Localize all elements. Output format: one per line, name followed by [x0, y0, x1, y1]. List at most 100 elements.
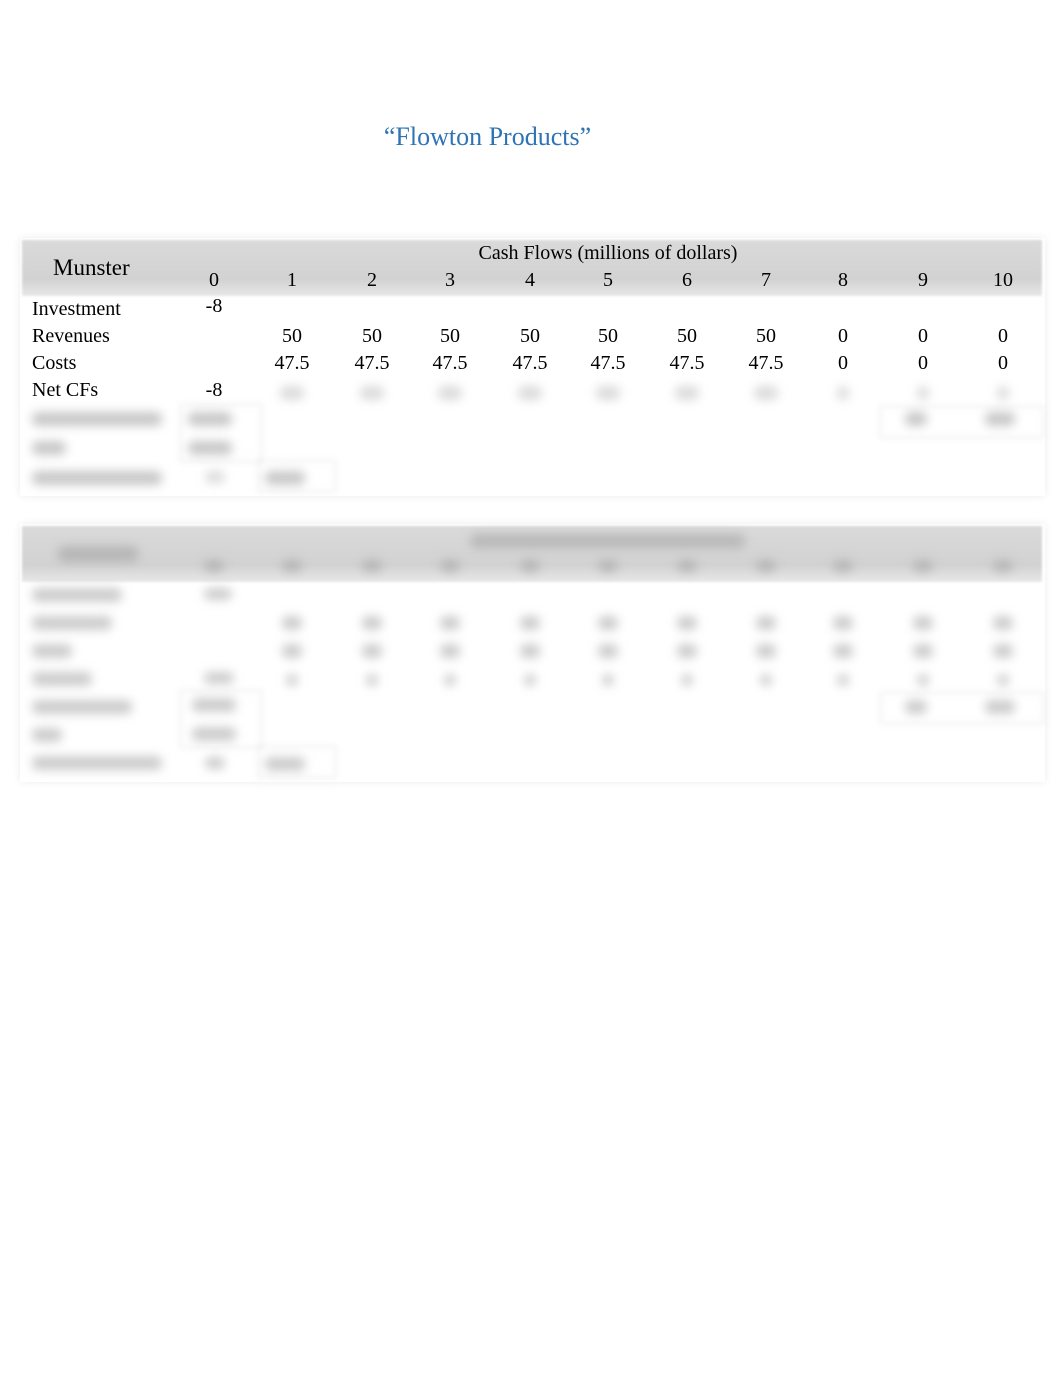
obscured-cell — [32, 756, 162, 770]
obscured-cell — [833, 616, 853, 630]
obscured-cell — [32, 644, 72, 658]
year-header: 1 — [287, 269, 297, 291]
obscured-cell — [520, 616, 540, 630]
table-cell: 47.5 — [748, 352, 784, 374]
obscured-cell — [204, 560, 224, 572]
obscured-cell — [997, 674, 1009, 686]
obscured-cell — [444, 674, 456, 686]
obscured-project-name — [58, 546, 138, 562]
table-cell: 47.5 — [512, 352, 548, 374]
obscured-payback-box — [258, 746, 336, 778]
obscured-cell — [32, 616, 112, 630]
obscured-cell — [286, 674, 298, 686]
table-cell: 0 — [838, 352, 848, 374]
table-cell: 50 — [677, 325, 697, 347]
year-header: 8 — [838, 269, 848, 291]
row-label: Costs — [32, 352, 77, 374]
obscured-cell — [440, 644, 460, 658]
obscured-cell — [833, 560, 853, 572]
obscured-cell — [756, 560, 776, 572]
project-name: Munster — [53, 255, 130, 280]
cash-flow-table-obscured — [20, 524, 1045, 782]
obscured-cell — [362, 644, 382, 658]
obscured-cell — [596, 386, 620, 400]
obscured-cell — [32, 672, 92, 686]
obscured-cell — [438, 386, 462, 400]
table-cell: 47.5 — [432, 352, 468, 374]
obscured-cell — [837, 386, 849, 400]
table-cell: 0 — [998, 352, 1008, 374]
year-header: 6 — [682, 269, 692, 291]
obscured-cell — [205, 757, 225, 769]
obscured-right-value-1 — [905, 412, 927, 426]
table-cell: 47.5 — [274, 352, 310, 374]
obscured-cell — [997, 386, 1009, 400]
year-header: 7 — [761, 269, 771, 291]
table-cell: 47.5 — [590, 352, 626, 374]
table-cell: 50 — [440, 325, 460, 347]
obscured-irr-value — [188, 441, 232, 455]
obscured-cell — [913, 644, 933, 658]
obscured-payback-value — [205, 471, 225, 483]
obscured-cell — [598, 560, 618, 572]
year-header: 10 — [993, 269, 1013, 291]
obscured-cell — [282, 616, 302, 630]
table-cell: 47.5 — [354, 352, 390, 374]
obscured-cell — [440, 616, 460, 630]
obscured-cell — [917, 674, 929, 686]
obscured-cell — [32, 700, 132, 714]
obscured-cell — [280, 386, 304, 400]
obscured-cell — [362, 616, 382, 630]
table-cell: 50 — [520, 325, 540, 347]
year-header: 9 — [918, 269, 928, 291]
obscured-cell — [681, 674, 693, 686]
obscured-cell — [760, 674, 772, 686]
obscured-cell — [360, 386, 384, 400]
table-cell: 0 — [998, 325, 1008, 347]
obscured-cell — [32, 728, 62, 742]
table-cell: 50 — [756, 325, 776, 347]
obscured-cell — [520, 560, 540, 572]
obscured-cell — [677, 644, 697, 658]
row-label: Revenues — [32, 325, 110, 347]
obscured-right-box — [880, 692, 1044, 724]
obscured-cell — [993, 644, 1013, 658]
year-header: 5 — [603, 269, 613, 291]
row-label: Net CFs — [32, 379, 99, 401]
obscured-cell — [993, 560, 1013, 572]
document-title: “Flowton Products” — [383, 122, 592, 151]
obscured-npv-label — [32, 412, 162, 426]
obscured-cell — [440, 560, 460, 572]
table-cell: 0 — [838, 325, 848, 347]
obscured-cell — [756, 644, 776, 658]
obscured-cell — [837, 674, 849, 686]
table-cell: -8 — [205, 295, 223, 317]
obscured-cell — [754, 386, 778, 400]
obscured-caption — [470, 534, 745, 548]
obscured-payback-label — [32, 471, 162, 485]
obscured-cell — [366, 674, 378, 686]
obscured-cell — [917, 386, 929, 400]
obscured-cell — [518, 386, 542, 400]
obscured-cell — [520, 644, 540, 658]
obscured-cell — [598, 644, 618, 658]
obscured-cell — [993, 616, 1013, 630]
obscured-cell — [32, 588, 122, 602]
table-cell: 50 — [282, 325, 302, 347]
obscured-cell — [362, 560, 382, 572]
cash-flow-table-munster: Munster Cash Flows (millions of dollars)… — [20, 238, 1045, 496]
obscured-cell — [282, 644, 302, 658]
obscured-right-value-2 — [985, 412, 1015, 426]
obscured-cell — [675, 386, 699, 400]
obscured-summary-box — [180, 690, 262, 748]
year-header: 0 — [209, 269, 219, 291]
year-header: 3 — [445, 269, 455, 291]
obscured-cell — [598, 616, 618, 630]
obscured-irr-label — [32, 441, 66, 455]
obscured-cell — [913, 616, 933, 630]
obscured-payback-box — [258, 460, 336, 492]
obscured-cell — [282, 560, 302, 572]
obscured-cell — [524, 674, 536, 686]
table-cell: 0 — [918, 325, 928, 347]
obscured-cell — [602, 674, 614, 686]
